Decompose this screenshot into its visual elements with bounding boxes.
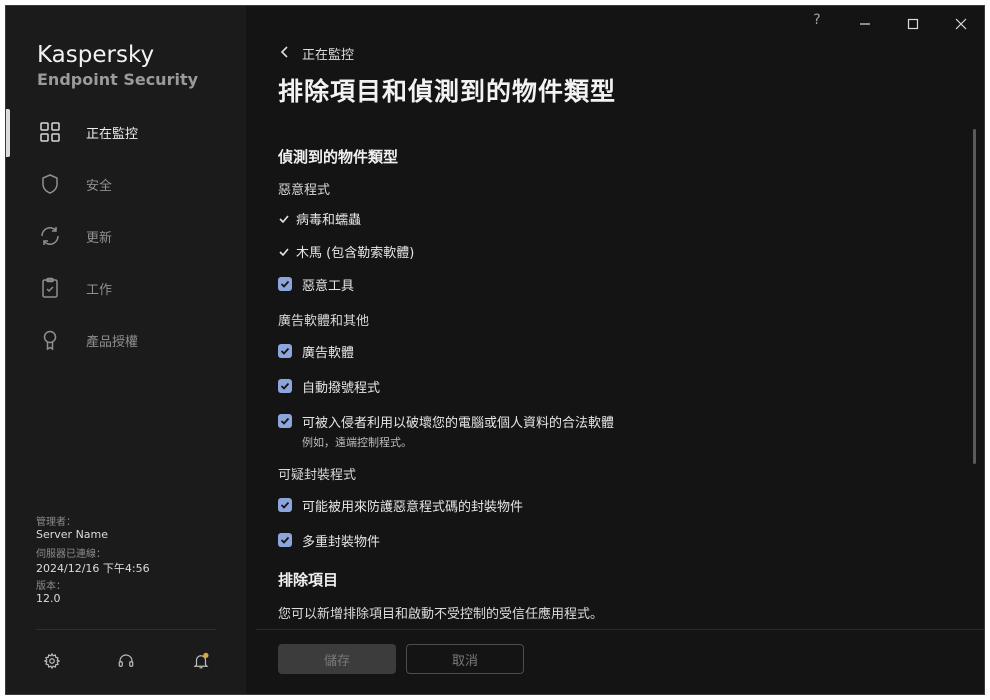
award-icon	[43, 330, 57, 351]
breadcrumb[interactable]: 正在監控	[302, 44, 354, 63]
version-value: 12.0	[36, 592, 61, 605]
malicious-tools-checkbox[interactable]	[278, 277, 292, 291]
bell-icon[interactable]	[192, 652, 210, 670]
legit-software-example: 例如，遠端控制程式。	[302, 436, 412, 449]
check-mark-icon	[279, 214, 289, 223]
fixed-item-label: 木馬 (包含勒索軟體)	[296, 246, 415, 261]
server-label: 伺服器已連線：	[36, 549, 106, 560]
exclusions-description: 您可以新增排除項目和啟動不受控制的受信任應用程式。	[278, 607, 604, 622]
adware-option[interactable]: 廣告軟體	[278, 342, 354, 361]
legit-software-option[interactable]: 可被入侵者利用以破壞您的電腦或個人資料的合法軟體	[278, 412, 614, 431]
multipacked-checkbox[interactable]	[278, 533, 292, 547]
packed-objects-option[interactable]: 可能被用來防護惡意程式碼的封裝物件	[278, 496, 523, 515]
gear-icon[interactable]	[43, 652, 61, 670]
legit-software-checkbox[interactable]	[278, 414, 292, 428]
adware-checkbox[interactable]	[278, 344, 292, 358]
sidebar-item-security[interactable]: 安全	[6, 162, 246, 206]
footer-divider	[256, 629, 984, 630]
detected-types-heading: 偵測到的物件類型	[278, 148, 399, 166]
help-button[interactable]: ?	[806, 12, 828, 32]
grid-icon	[40, 122, 60, 142]
sidebar: Kaspersky Endpoint Security 正在監控 安全 更新 工…	[6, 6, 246, 694]
check-mark-icon	[279, 247, 289, 256]
adware-group-title: 廣告軟體和其他	[278, 314, 370, 329]
sidebar-divider	[36, 629, 216, 630]
sidebar-item-label: 工作	[86, 283, 113, 298]
checkbox-label[interactable]: 廣告軟體	[302, 342, 354, 361]
headset-icon[interactable]	[117, 652, 135, 670]
malicious-tools-option[interactable]: 惡意工具	[278, 275, 354, 294]
checkbox-label[interactable]: 自動撥號程式	[302, 377, 380, 396]
checkbox-label[interactable]: 可能被用來防護惡意程式碼的封裝物件	[302, 496, 523, 515]
notification-dot	[203, 652, 209, 658]
multipacked-option[interactable]: 多重封裝物件	[278, 531, 380, 550]
refresh-icon	[41, 227, 59, 245]
sidebar-item-monitoring[interactable]: 正在監控	[6, 110, 246, 154]
malware-group-title: 惡意程式	[278, 183, 331, 198]
sidebar-item-tasks[interactable]: 工作	[6, 266, 246, 310]
save-button[interactable]: 儲存	[278, 644, 396, 674]
checkbox-label[interactable]: 多重封裝物件	[302, 531, 380, 550]
fixed-item-label: 病毒和蠕蟲	[296, 213, 362, 228]
autodialers-option[interactable]: 自動撥號程式	[278, 377, 380, 396]
sidebar-item-update[interactable]: 更新	[6, 214, 246, 258]
fixed-item-viruses: 病毒和蠕蟲	[278, 209, 361, 228]
sidebar-item-label: 產品授權	[86, 335, 139, 350]
clipboard-icon	[42, 277, 58, 298]
shield-icon	[42, 174, 58, 194]
close-icon[interactable]	[950, 14, 972, 34]
sidebar-item-license[interactable]: 產品授權	[6, 318, 246, 362]
cancel-button[interactable]: 取消	[406, 644, 524, 674]
minimize-icon[interactable]	[854, 14, 876, 34]
packers-group-title: 可疑封裝程式	[278, 468, 357, 483]
maximize-icon[interactable]	[902, 14, 924, 34]
sidebar-item-label: 正在監控	[86, 127, 139, 142]
version-label: 版本：	[36, 581, 66, 592]
exclusions-heading: 排除項目	[278, 571, 339, 589]
server-value: 2024/12/16 下午4:56	[36, 562, 150, 575]
fixed-item-trojans: 木馬 (包含勒索軟體)	[278, 242, 414, 261]
checkbox-label[interactable]: 惡意工具	[302, 275, 354, 294]
packed-objects-checkbox[interactable]	[278, 498, 292, 512]
admin-value: Server Name	[36, 528, 109, 541]
app-window: Kaspersky Endpoint Security 正在監控 安全 更新 工…	[5, 5, 985, 695]
admin-label: 管理者：	[36, 517, 76, 528]
autodialers-checkbox[interactable]	[278, 379, 292, 393]
product-name: Endpoint Security	[37, 70, 199, 89]
back-icon[interactable]	[278, 44, 292, 60]
brand-name: Kaspersky	[37, 42, 155, 68]
page-title: 排除項目和偵測到的物件類型	[278, 77, 617, 106]
checkbox-label[interactable]: 可被入侵者利用以破壞您的電腦或個人資料的合法軟體	[302, 412, 614, 431]
sidebar-item-label: 更新	[86, 231, 113, 246]
sidebar-item-label: 安全	[86, 179, 113, 194]
scrollbar[interactable]	[973, 129, 976, 464]
